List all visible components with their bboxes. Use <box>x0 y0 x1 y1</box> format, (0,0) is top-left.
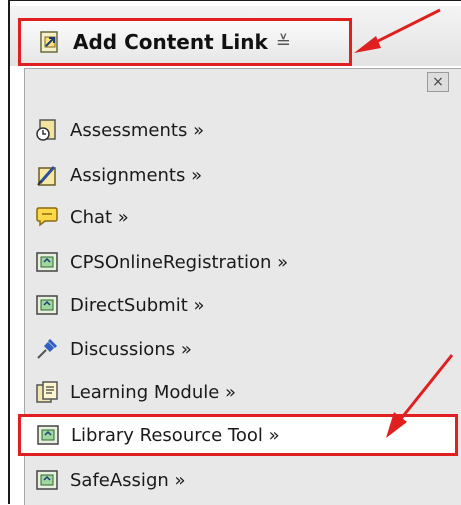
annotation-arrow-top <box>354 8 441 53</box>
annotation-arrow-bottom <box>386 354 454 438</box>
annotation-arrows <box>354 8 454 438</box>
